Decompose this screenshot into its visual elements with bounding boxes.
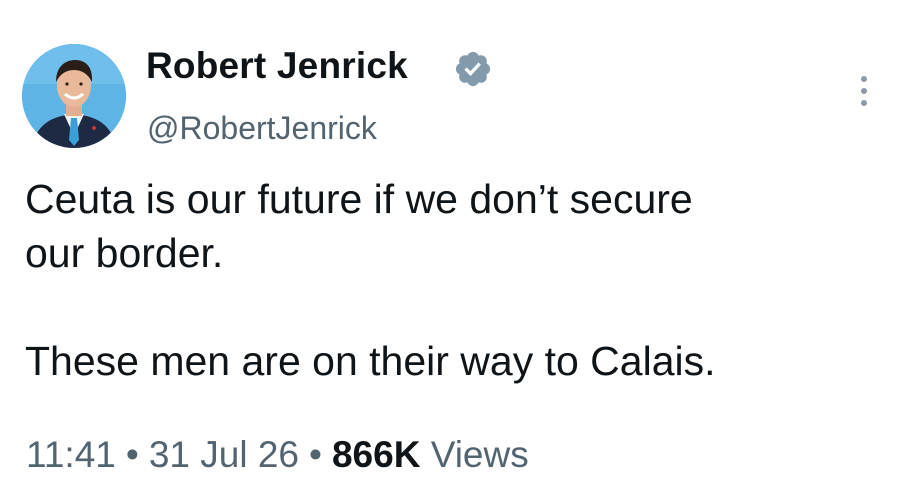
avatar[interactable] bbox=[22, 44, 126, 148]
more-options-icon[interactable] bbox=[856, 76, 872, 116]
views-label: Views bbox=[430, 434, 529, 475]
tweet-date[interactable]: 31 Jul 26 bbox=[149, 434, 299, 475]
tweet-text-line: These men are on their way to Calais. bbox=[25, 338, 716, 384]
tweet-text-line: Ceuta is our future if we don’t secure bbox=[25, 176, 693, 222]
user-handle[interactable]: @RobertJenrick bbox=[147, 108, 377, 148]
meta-separator: • bbox=[309, 434, 322, 475]
verified-badge-icon[interactable] bbox=[453, 49, 493, 89]
tweet-time[interactable]: 11:41 bbox=[26, 434, 116, 475]
display-name[interactable]: Robert Jenrick bbox=[146, 44, 408, 88]
avatar-image bbox=[22, 44, 126, 148]
tweet-card[interactable]: Robert Jenrick @RobertJenrick Ceuta is o… bbox=[0, 0, 900, 493]
tweet-text-line: our border. bbox=[25, 230, 224, 276]
tweet-text: Ceuta is our future if we don’t secure o… bbox=[25, 172, 875, 388]
meta-separator: • bbox=[125, 434, 139, 475]
tweet-meta: 11:41 • 31 Jul 26 • 866K Views bbox=[26, 431, 529, 479]
more-dot bbox=[861, 88, 867, 94]
more-dot bbox=[861, 76, 867, 82]
views-count[interactable]: 866K bbox=[332, 434, 420, 475]
more-dot bbox=[861, 100, 867, 106]
